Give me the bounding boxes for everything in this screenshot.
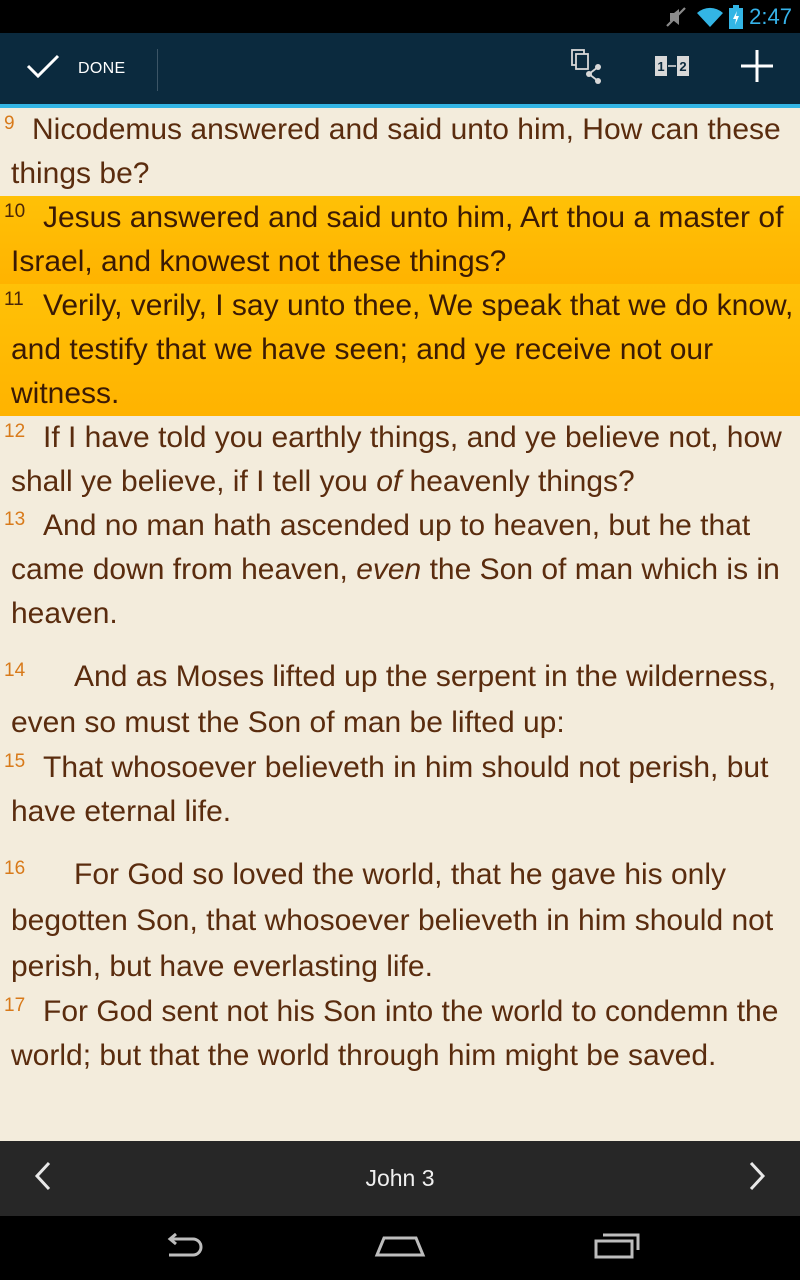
svg-text:1: 1 bbox=[657, 59, 664, 74]
wifi-icon bbox=[695, 5, 725, 29]
verse-text: That whosoever believeth in him should n… bbox=[11, 751, 769, 828]
verse-number: 16 bbox=[4, 858, 26, 879]
compare-icon: 1 2 bbox=[654, 54, 690, 83]
verse-text-italic: of bbox=[376, 465, 402, 498]
verse-text: For God sent not his Son into the world … bbox=[11, 995, 779, 1072]
verse-number: 9 bbox=[4, 113, 15, 134]
done-label: DONE bbox=[78, 59, 126, 77]
verse-number: 15 bbox=[4, 751, 26, 772]
recents-icon bbox=[593, 1232, 641, 1265]
verse-number: 12 bbox=[4, 421, 26, 442]
verse-number: 11 bbox=[4, 289, 24, 310]
chapter-nav-bar: John 3 bbox=[0, 1141, 800, 1216]
verse-15[interactable]: 15 That whosoever believeth in him shoul… bbox=[0, 746, 800, 834]
checkmark-icon bbox=[26, 53, 60, 84]
done-button[interactable]: DONE bbox=[0, 33, 158, 104]
copy-share-button[interactable] bbox=[551, 33, 621, 104]
status-time: 2:47 bbox=[749, 3, 792, 29]
verse-17[interactable]: 17 For God sent not his Son into the wor… bbox=[0, 990, 800, 1078]
action-bar: DONE 1 2 bbox=[0, 33, 800, 108]
back-button[interactable] bbox=[134, 1216, 234, 1280]
next-chapter-button[interactable] bbox=[717, 1141, 797, 1216]
chapter-title[interactable]: John 3 bbox=[0, 1141, 800, 1216]
verse-text-part: heavenly things? bbox=[401, 465, 635, 498]
home-button[interactable] bbox=[350, 1216, 450, 1280]
verse-text: And no man hath ascended up to heaven, b… bbox=[11, 504, 796, 636]
mute-icon bbox=[663, 4, 689, 30]
svg-text:2: 2 bbox=[679, 59, 686, 74]
recents-button[interactable] bbox=[567, 1216, 667, 1280]
verse-text: Nicodemus answered and said unto him, Ho… bbox=[11, 113, 781, 190]
chevron-right-icon bbox=[748, 1161, 766, 1196]
verse-number: 13 bbox=[4, 509, 26, 530]
system-nav-bar bbox=[0, 1216, 800, 1280]
verse-12[interactable]: 12 If I have told you earthly things, an… bbox=[0, 416, 800, 504]
verse-list[interactable]: 9 Nicodemus answered and said unto him, … bbox=[0, 108, 800, 1141]
verse-11[interactable]: 11 Verily, verily, I say unto thee, We s… bbox=[0, 284, 800, 416]
compare-button[interactable]: 1 2 bbox=[637, 33, 707, 104]
verse-text: And as Moses lifted up the serpent in th… bbox=[11, 660, 777, 739]
copy-share-icon bbox=[568, 48, 604, 89]
verse-text-italic: even bbox=[356, 553, 422, 586]
verse-16[interactable]: 16 For God so loved the world, that he g… bbox=[0, 852, 800, 990]
verse-13[interactable]: 13 And no man hath ascended up to heaven… bbox=[0, 504, 800, 636]
back-icon bbox=[161, 1232, 207, 1264]
status-bar: 2:47 bbox=[0, 0, 800, 33]
verse-text: For God so loved the world, that he gave… bbox=[11, 858, 774, 983]
verse-text: If I have told you earthly things, and y… bbox=[11, 416, 796, 504]
verse-number: 17 bbox=[4, 995, 26, 1016]
battery-icon bbox=[729, 4, 744, 29]
verse-10[interactable]: 10 Jesus answered and said unto him, Art… bbox=[0, 196, 800, 284]
verse-9[interactable]: 9 Nicodemus answered and said unto him, … bbox=[0, 108, 800, 196]
verse-number: 10 bbox=[4, 201, 26, 222]
home-icon bbox=[374, 1233, 426, 1264]
action-bar-divider bbox=[157, 49, 158, 91]
verse-14[interactable]: 14 And as Moses lifted up the serpent in… bbox=[0, 654, 800, 746]
add-icon bbox=[740, 49, 774, 88]
verse-text: Verily, verily, I say unto thee, We spea… bbox=[11, 289, 794, 410]
verse-text: Jesus answered and said unto him, Art th… bbox=[11, 201, 784, 278]
verse-number: 14 bbox=[4, 660, 26, 681]
add-button[interactable] bbox=[722, 33, 792, 104]
